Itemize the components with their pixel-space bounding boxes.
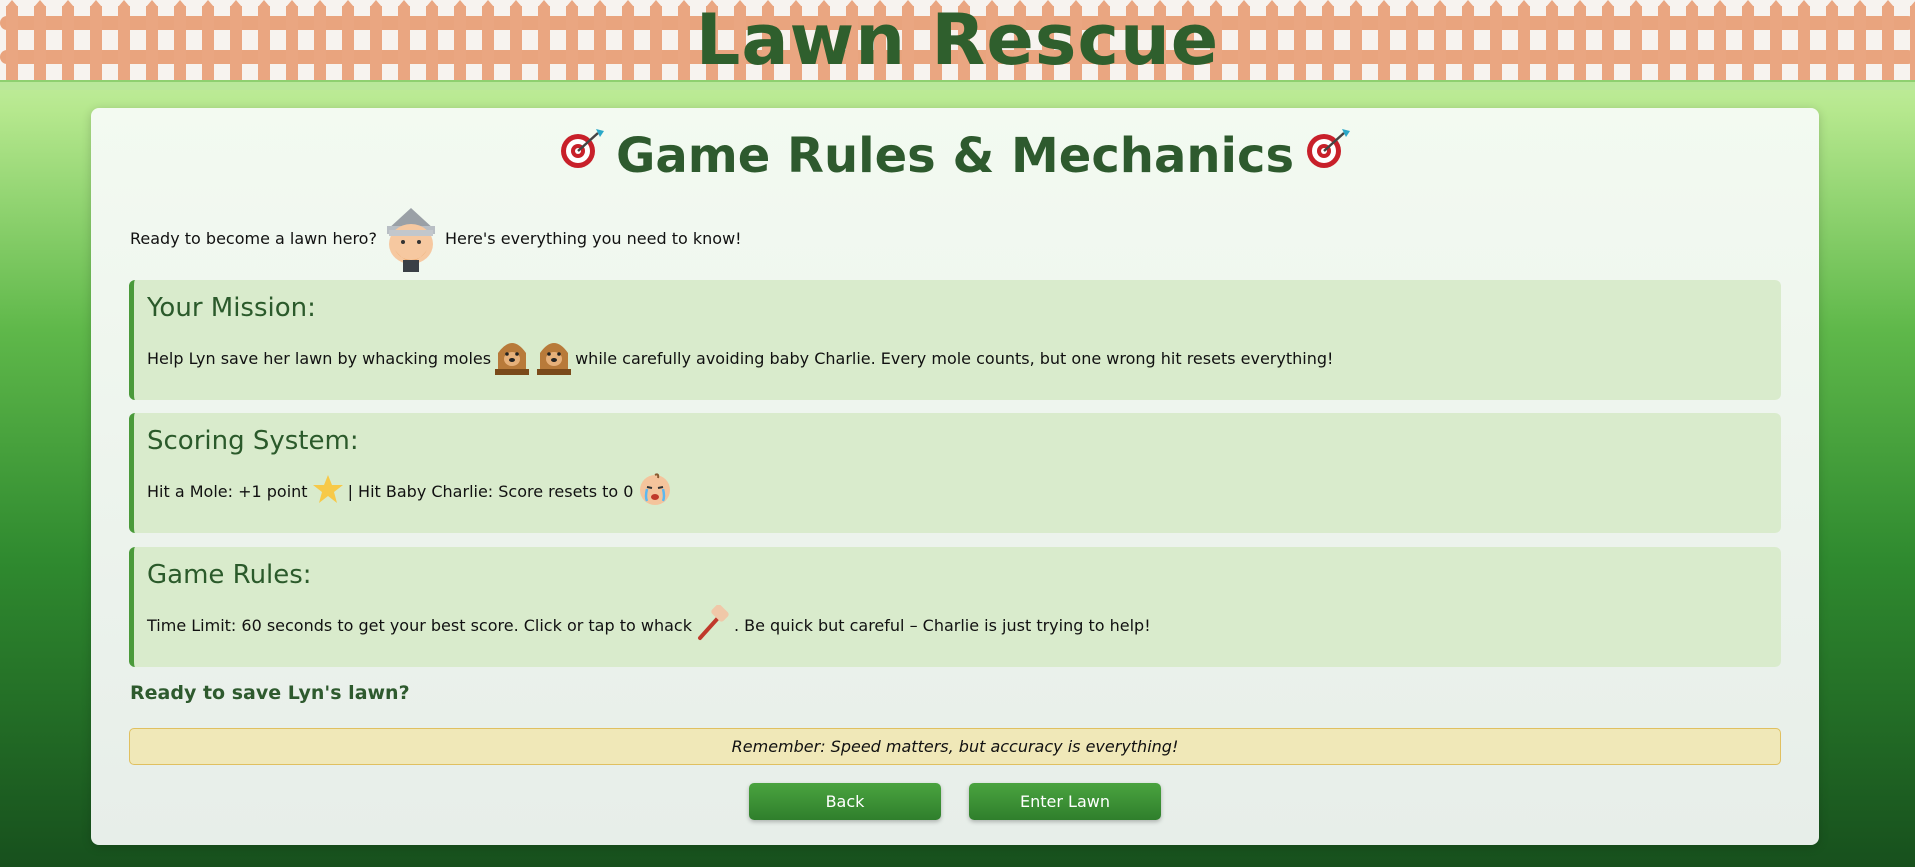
rules-text-before: Time Limit: 60 seconds to get your best … bbox=[147, 615, 692, 635]
mission-text-after: while carefully avoiding baby Charlie. E… bbox=[575, 348, 1334, 368]
app-title: Lawn Rescue bbox=[695, 0, 1220, 81]
scoring-body: Hit a Mole: +1 point | Hit Baby Charlie:… bbox=[147, 471, 1781, 511]
intro-text-before: Ready to become a lawn hero? bbox=[130, 228, 377, 248]
ready-prompt: Ready to save Lyn's lawn? bbox=[130, 682, 410, 704]
crying-baby-icon bbox=[637, 471, 673, 511]
card-heading: Game Rules & Mechanics bbox=[615, 128, 1295, 184]
enter-lawn-button[interactable]: Enter Lawn bbox=[969, 783, 1161, 820]
rules-title: Game Rules: bbox=[147, 560, 312, 590]
back-button[interactable]: Back bbox=[749, 783, 941, 820]
target-icon bbox=[1304, 121, 1352, 189]
star-icon bbox=[312, 473, 344, 509]
mission-text-before: Help Lyn save her lawn by whacking moles bbox=[147, 348, 492, 368]
intro-line: Ready to become a lawn hero? Here's ever… bbox=[130, 198, 742, 278]
mole-icon bbox=[537, 337, 572, 379]
lyn-avatar-icon bbox=[381, 200, 441, 276]
reminder-banner: Remember: Speed matters, but accuracy is… bbox=[129, 728, 1781, 765]
rules-section: Game Rules: Time Limit: 60 seconds to ge… bbox=[129, 547, 1781, 667]
scoring-section: Scoring System: Hit a Mole: +1 point | H… bbox=[129, 413, 1781, 533]
scoring-text-before: Hit a Mole: +1 point bbox=[147, 481, 308, 501]
mallet-icon bbox=[696, 604, 730, 645]
grass-edge bbox=[0, 80, 1915, 90]
mole-icon bbox=[495, 337, 530, 379]
mission-section: Your Mission: Help Lyn save her lawn by … bbox=[129, 280, 1781, 400]
mission-title: Your Mission: bbox=[147, 293, 316, 323]
mission-body: Help Lyn save her lawn by whacking moles bbox=[147, 338, 1781, 378]
rules-text-after: . Be quick but careful – Charlie is just… bbox=[733, 615, 1151, 635]
scoring-title: Scoring System: bbox=[147, 426, 359, 456]
rules-body: Time Limit: 60 seconds to get your best … bbox=[147, 604, 1781, 645]
target-icon bbox=[558, 121, 606, 189]
scoring-text-middle: | Hit Baby Charlie: Score resets to 0 bbox=[347, 481, 634, 501]
rules-card: Game Rules & Mechanics Ready to become a… bbox=[91, 108, 1819, 845]
card-heading-row: Game Rules & Mechanics bbox=[91, 122, 1819, 193]
intro-text-after: Here's everything you need to know! bbox=[444, 228, 742, 248]
